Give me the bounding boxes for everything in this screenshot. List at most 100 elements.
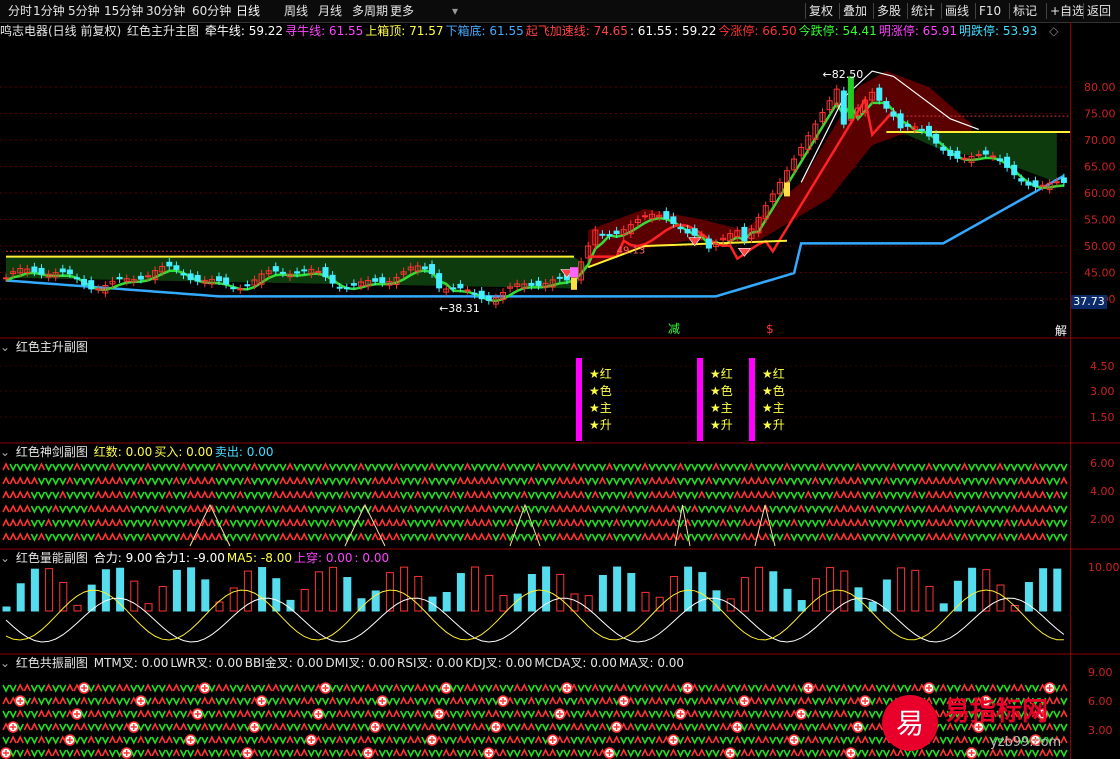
arrow-down-icon <box>634 505 642 514</box>
volume-bar <box>882 579 891 612</box>
arrow-down-icon <box>761 697 770 706</box>
chevron-down-icon[interactable]: ⌄ <box>0 551 10 565</box>
arrow-up-icon <box>492 476 500 485</box>
arrow-down-icon <box>243 519 252 528</box>
arrow-up-icon <box>80 518 88 527</box>
sub3-header: ⌄ 红色量能副图 合力: 9.00 合力1: -9.00 MA5: -8.00 上穿:… <box>0 549 393 567</box>
arrow-down-icon <box>719 533 727 542</box>
arrow-up-icon <box>463 518 472 527</box>
arrow-down-icon <box>449 505 458 514</box>
arrow-up-icon <box>790 683 798 692</box>
arrow-down-icon <box>967 463 976 472</box>
chevron-down-icon[interactable]: ⌄ <box>0 656 10 670</box>
sub2-title[interactable]: 红色神剑副图 <box>16 445 88 459</box>
volume-bar <box>87 584 96 612</box>
arrow-down-icon <box>236 723 245 732</box>
arrow-down-icon <box>619 533 628 542</box>
arrow-down-icon <box>243 505 252 514</box>
arrow-up-icon <box>655 490 663 499</box>
arrow-up-icon <box>286 735 294 744</box>
chevron-down-icon[interactable]: ⌄ <box>0 445 10 459</box>
arrow-up-icon <box>470 748 479 757</box>
arrow-up-icon <box>740 476 749 485</box>
arrow-up-icon <box>414 683 422 692</box>
sub4-value-3: DMI叉: 0.00 <box>325 656 396 670</box>
arrow-down-icon <box>215 697 223 706</box>
arrow-down-icon <box>726 519 734 528</box>
arrow-down-icon <box>783 684 791 693</box>
arrow-down-icon <box>868 710 876 719</box>
arrow-up-icon <box>754 476 763 485</box>
arrow-up-icon <box>59 696 67 705</box>
candle-body <box>457 283 464 289</box>
sub2-value-2: 卖出: 0.00 <box>214 445 274 459</box>
arrow-up-icon <box>108 490 117 499</box>
arrow-down-icon <box>896 505 905 514</box>
arrow-down-icon <box>903 491 912 500</box>
arrow-down-icon <box>683 749 692 758</box>
volume-bar <box>442 592 451 612</box>
arrow-up-icon <box>279 490 287 499</box>
arrow-down-icon <box>264 477 273 486</box>
arrow-up-icon <box>186 518 195 527</box>
arrow-down-icon <box>293 463 301 472</box>
sub1-title[interactable]: 红色主升副图 <box>16 340 88 354</box>
sub3-title[interactable]: 红色量能副图 <box>16 551 88 565</box>
arrow-down-icon <box>101 736 110 745</box>
chevron-down-icon[interactable]: ⌄ <box>0 340 10 354</box>
arrow-down-icon <box>406 519 415 528</box>
arrow-down-icon <box>847 684 855 693</box>
arrow-up-icon <box>392 490 401 499</box>
arrow-down-icon <box>584 684 592 693</box>
arrow-up-icon <box>186 532 195 541</box>
arrow-up-icon <box>570 476 578 485</box>
arrow-down-icon <box>30 519 39 528</box>
arrow-down-icon <box>868 533 876 542</box>
sub4-title[interactable]: 红色共振副图 <box>16 656 88 670</box>
arrow-down-icon <box>740 736 749 745</box>
arrow-down-icon <box>229 477 237 486</box>
arrow-up-icon <box>1010 504 1018 513</box>
arrow-down-icon <box>59 533 67 542</box>
candle-body <box>350 283 357 286</box>
arrow-down-icon <box>350 533 358 542</box>
arrow-up-icon <box>854 735 862 744</box>
sub2-value-0: 红数: 0.00 <box>93 445 153 459</box>
arrow-down-icon <box>80 477 88 486</box>
arrow-down-icon <box>44 477 53 486</box>
arrow-up-icon <box>577 532 585 541</box>
arrow-down-icon <box>16 463 24 472</box>
candle-body <box>677 227 684 230</box>
arrow-down-icon <box>314 533 323 542</box>
volume-bar <box>897 567 906 612</box>
arrow-up-icon <box>208 476 216 485</box>
arrow-up-icon <box>399 518 408 527</box>
arrow-down-icon <box>286 749 294 758</box>
arrow-up-icon <box>101 722 110 731</box>
arrow-down-icon <box>903 463 912 472</box>
arrow-down-icon <box>73 697 81 706</box>
arrow-down-icon <box>513 533 521 542</box>
arrow-up-icon <box>733 709 742 718</box>
arrow-up-icon <box>30 476 39 485</box>
candle-body <box>464 289 471 292</box>
arrow-up-icon <box>1053 490 1061 499</box>
arrow-down-icon <box>499 491 507 500</box>
arrow-up-icon <box>818 722 827 731</box>
arrow-down-icon <box>456 749 465 758</box>
arrow-down-icon <box>364 697 372 706</box>
arrow-down-icon <box>868 463 876 472</box>
arrow-down-icon <box>946 463 955 472</box>
sub3-value-4: : 0.00 <box>354 551 390 565</box>
arrow-down-icon <box>698 736 706 745</box>
arrow-down-icon <box>520 736 529 745</box>
arrow-up-icon <box>797 748 805 757</box>
arrow-down-icon <box>605 519 614 528</box>
candle-body <box>1053 181 1060 184</box>
arrow-up-icon <box>144 709 152 718</box>
arrow-up-icon <box>861 709 869 718</box>
arrow-up-icon <box>520 722 529 731</box>
arrow-up-icon <box>648 748 656 757</box>
arrow-down-icon <box>875 463 884 472</box>
mark-s: $ <box>766 322 774 336</box>
